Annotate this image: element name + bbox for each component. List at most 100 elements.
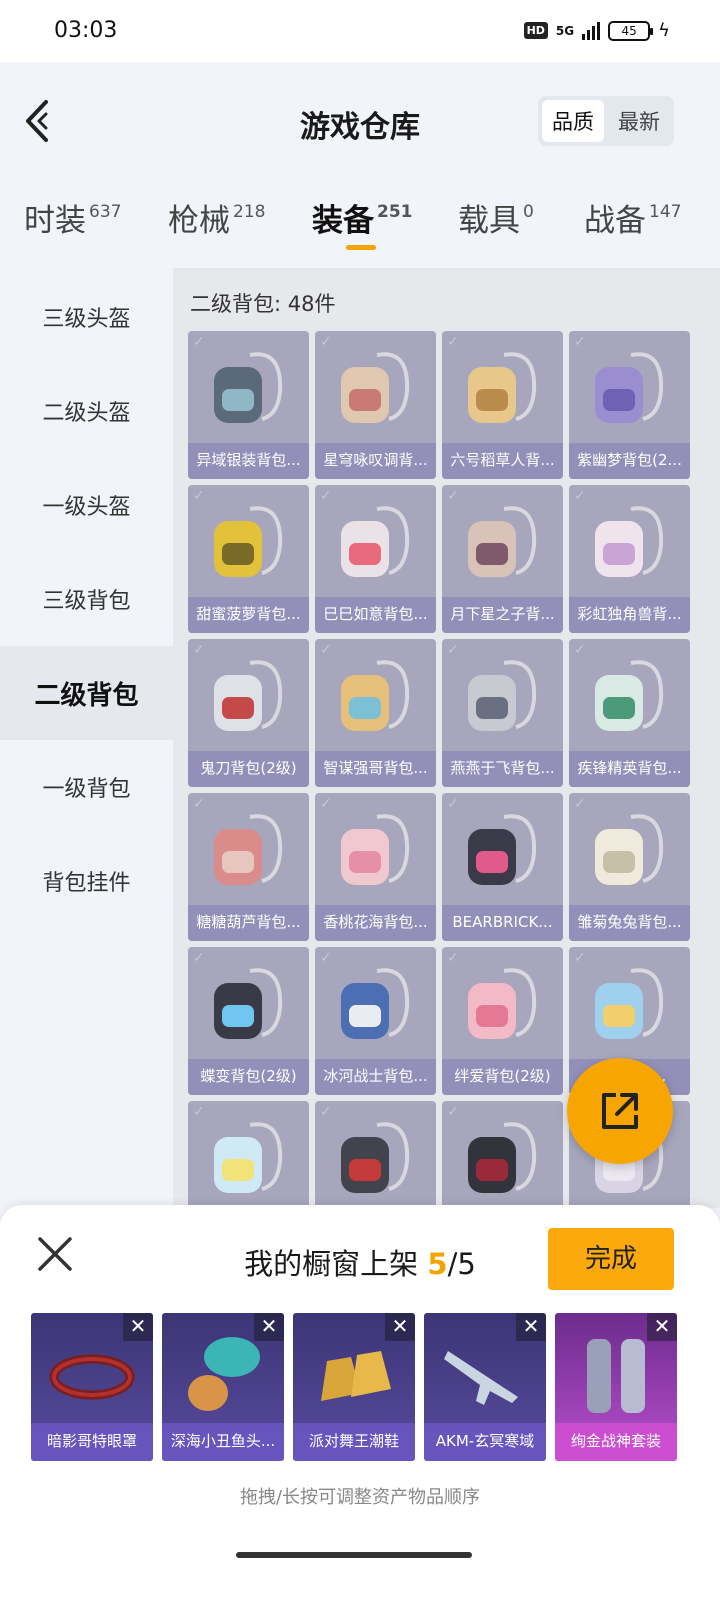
remove-icon[interactable]: ✕ (385, 1313, 415, 1341)
signal-icon (582, 21, 601, 40)
backpack-card[interactable]: ✓ 蝶变背包(2级) (188, 947, 309, 1095)
remove-icon[interactable]: ✕ (254, 1313, 284, 1341)
select-check-icon[interactable]: ✓ (574, 334, 586, 350)
backpack-icon (214, 660, 283, 731)
select-check-icon[interactable]: ✓ (193, 950, 205, 966)
select-check-icon[interactable]: ✓ (447, 334, 459, 350)
backpack-icon (468, 660, 537, 731)
backpack-icon (341, 1122, 410, 1193)
backpack-card-label: 冰河战士背包... (315, 1059, 436, 1095)
header: 游戏仓库 品质 最新 (0, 62, 720, 180)
backpack-icon (595, 814, 664, 885)
select-check-icon[interactable]: ✓ (193, 642, 205, 658)
select-check-icon[interactable]: ✓ (320, 950, 332, 966)
showcase-item-label: 绚金战神套装 (555, 1423, 677, 1461)
backpack-card-label: 星穹咏叹调背... (315, 443, 436, 479)
select-check-icon[interactable]: ✓ (447, 796, 459, 812)
done-button[interactable]: 完成 (548, 1228, 674, 1290)
backpack-card[interactable]: ✓ 星穹咏叹调背... (315, 331, 436, 479)
select-check-icon[interactable]: ✓ (320, 1104, 332, 1120)
tab-fashion[interactable]: 时装 637 (24, 195, 121, 240)
backpack-card[interactable]: ✓ 香桃花海背包... (315, 793, 436, 941)
backpack-card[interactable]: ✓ 巳巳如意背包... (315, 485, 436, 633)
showcase-item[interactable]: ✕ 派对舞王潮鞋 (293, 1313, 415, 1461)
select-check-icon[interactable]: ✓ (447, 642, 459, 658)
backpack-card-label: 彩虹独角兽背... (569, 597, 690, 633)
backpack-card[interactable]: ✓ 鬼刀背包(2级) (188, 639, 309, 787)
select-check-icon[interactable]: ✓ (447, 488, 459, 504)
battery-icon: 45 (608, 20, 654, 41)
remove-icon[interactable]: ✕ (647, 1313, 677, 1341)
remove-icon[interactable]: ✕ (516, 1313, 546, 1341)
backpack-card[interactable]: ✓ 绊爱背包(2级) (442, 947, 563, 1095)
showcase-title-text: 我的橱窗上架 (244, 1247, 428, 1281)
sidebar-item-backpack-3[interactable]: 三级背包 (0, 552, 173, 646)
select-check-icon[interactable]: ✓ (320, 796, 332, 812)
tab-equipment[interactable]: 装备 251 (312, 195, 413, 250)
select-check-icon[interactable]: ✓ (320, 334, 332, 350)
select-check-icon[interactable]: ✓ (320, 642, 332, 658)
select-check-icon[interactable]: ✓ (320, 488, 332, 504)
select-check-icon[interactable]: ✓ (447, 950, 459, 966)
select-check-icon[interactable]: ✓ (574, 488, 586, 504)
eyepatch-icon (49, 1354, 135, 1400)
sort-quality-button[interactable]: 品质 (542, 100, 604, 142)
backpack-card[interactable]: ✓ 甜蜜菠萝背包... (188, 485, 309, 633)
backpack-card[interactable]: ✓ (442, 1101, 563, 1208)
showcase-item[interactable]: ✕ AKM-玄冥寒域 (424, 1313, 546, 1461)
select-check-icon[interactable]: ✓ (574, 796, 586, 812)
backpack-card[interactable]: ✓ BEARBRICK... (442, 793, 563, 941)
backpack-card[interactable]: ✓ 糖糖葫芦背包... (188, 793, 309, 941)
showcase-item[interactable]: ✕ 暗影哥特眼罩 (31, 1313, 153, 1461)
clownfish-headgear-icon (188, 1337, 260, 1411)
select-check-icon[interactable]: ✓ (574, 642, 586, 658)
showcase-current-count: 5 (427, 1247, 448, 1281)
backpack-card[interactable]: ✓ 疾锋精英背包... (569, 639, 690, 787)
backpack-card[interactable]: ✓ 异域银装背包... (188, 331, 309, 479)
backpack-icon (595, 660, 664, 731)
sidebar-item-helmet-1[interactable]: 一级头盔 (0, 458, 173, 552)
backpack-card-label: 异域银装背包... (188, 443, 309, 479)
select-check-icon[interactable]: ✓ (574, 950, 586, 966)
gold-sneakers-icon (321, 1351, 391, 1401)
backpack-icon (595, 352, 664, 423)
sidebar-item-backpack-2[interactable]: 二级背包 (0, 646, 173, 740)
tab-guns[interactable]: 枪械 218 (168, 195, 265, 240)
backpack-card[interactable]: ✓ 六号稻草人背... (442, 331, 563, 479)
backpack-card-label: 香桃花海背包... (315, 905, 436, 941)
backpack-card-label: 甜蜜菠萝背包... (188, 597, 309, 633)
backpack-card-label: 蝶变背包(2级) (188, 1059, 309, 1095)
backpack-card[interactable]: ✓ 燕燕于飞背包... (442, 639, 563, 787)
backpack-card[interactable]: ✓ 紫幽梦背包(2... (569, 331, 690, 479)
sidebar-item-backpack-1[interactable]: 一级背包 (0, 740, 173, 834)
backpack-card[interactable]: ✓ 彩虹独角兽背... (569, 485, 690, 633)
sidebar-item-helmet-3[interactable]: 三级头盔 (0, 270, 173, 364)
backpack-card[interactable]: ✓ (315, 1101, 436, 1208)
select-check-icon[interactable]: ✓ (193, 488, 205, 504)
backpack-icon (595, 506, 664, 577)
backpack-icon (468, 1122, 537, 1193)
tab-label: 时装 (24, 203, 86, 239)
sidebar-item-helmet-2[interactable]: 二级头盔 (0, 364, 173, 458)
showcase-item[interactable]: ✕ 绚金战神套装 (555, 1313, 677, 1461)
reorder-hint: 拖拽/长按可调整资产物品顺序 (239, 1487, 481, 1508)
showcase-item[interactable]: ✕ 深海小丑鱼头... (162, 1313, 284, 1461)
tab-vehicles[interactable]: 载具 0 (458, 195, 534, 240)
select-check-icon[interactable]: ✓ (193, 1104, 205, 1120)
sidebar-item-backpack-charm[interactable]: 背包挂件 (0, 834, 173, 928)
remove-icon[interactable]: ✕ (123, 1313, 153, 1341)
status-time: 03:03 (54, 18, 118, 43)
backpack-card[interactable]: ✓ 智谋强哥背包... (315, 639, 436, 787)
tab-supplies[interactable]: 战备 147 (584, 195, 681, 240)
backpack-card[interactable]: ✓ 雏菊兔兔背包... (569, 793, 690, 941)
backpack-card[interactable]: ✓ 月下星之子背... (442, 485, 563, 633)
status-icons: HD 5G 45 ϟ (523, 20, 670, 41)
backpack-card[interactable]: ✓ 冰河战士背包... (315, 947, 436, 1095)
backpack-icon (468, 968, 537, 1039)
sort-newest-button[interactable]: 最新 (608, 100, 670, 142)
backpack-card[interactable]: ✓ (188, 1101, 309, 1208)
select-check-icon[interactable]: ✓ (193, 334, 205, 350)
select-check-icon[interactable]: ✓ (193, 796, 205, 812)
share-button[interactable] (567, 1058, 673, 1164)
select-check-icon[interactable]: ✓ (447, 1104, 459, 1120)
